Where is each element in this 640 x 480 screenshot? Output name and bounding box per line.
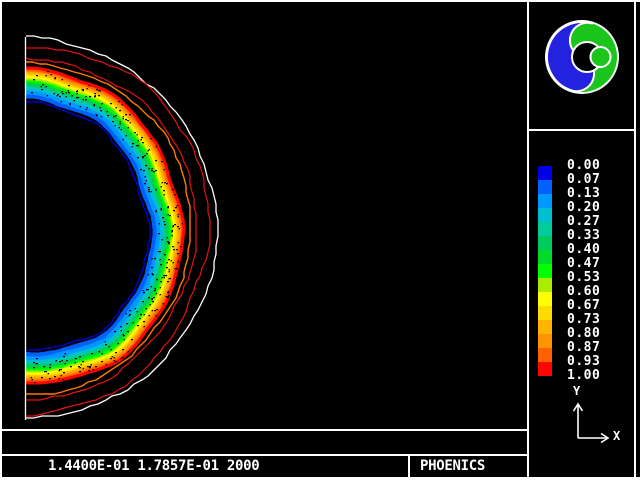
logo-green-tongue (591, 47, 611, 67)
legend-tick-label: 0.87 (567, 341, 600, 355)
y-axis-label: Y (573, 384, 580, 398)
legend-tick-label: 0.67 (567, 299, 600, 313)
legend-color-segment (538, 208, 552, 222)
legend-color-segment (538, 278, 552, 292)
legend-color-segment (538, 292, 552, 306)
status-values-text: 1.4400E-01 1.7857E-01 2000 (48, 456, 259, 477)
legend-tick-label: 0.93 (567, 355, 600, 369)
legend-color-segment (538, 348, 552, 362)
contour-line (25, 79, 173, 372)
legend-tick-label: 0.33 (567, 229, 600, 243)
status-app-name: PHOENICS (420, 456, 485, 477)
legend-tick-label: 0.73 (567, 313, 600, 327)
legend-color-segment (538, 222, 552, 236)
legend-tick-label: 0.13 (567, 187, 600, 201)
legend-tick-label: 0.27 (567, 215, 600, 229)
axis-indicator (560, 396, 636, 446)
legend-color-segment (538, 362, 552, 376)
legend-color-segment (538, 334, 552, 348)
legend-tick-label: 0.53 (567, 271, 600, 285)
phoenics-cham-logo (542, 17, 622, 97)
right-panel-divider (527, 0, 529, 480)
legend-tick-label: 0.07 (567, 173, 600, 187)
legend-tick-label: 0.80 (567, 327, 600, 341)
legend-tick-label: 0.20 (567, 201, 600, 215)
legend-tick-label: 1.00 (567, 369, 600, 383)
phoenics-window: 0.000.070.130.200.270.330.400.470.530.60… (0, 0, 640, 480)
status-bar-divider (408, 454, 410, 478)
logo-box-divider (527, 129, 634, 131)
legend-color-segment (538, 306, 552, 320)
plot-bottom-border (0, 429, 529, 431)
legend-tick-label: 0.00 (567, 159, 600, 173)
x-axis-label: X (613, 429, 620, 443)
legend-color-segment (538, 180, 552, 194)
frame-top (0, 0, 640, 2)
legend-color-segment (538, 194, 552, 208)
legend-tick-label: 0.40 (567, 243, 600, 257)
legend-tick-labels: 0.000.070.130.200.270.330.400.470.530.60… (567, 166, 607, 386)
legend-color-segment (538, 250, 552, 264)
legend-color-segment (538, 320, 552, 334)
frame-left (0, 0, 2, 480)
legend-tick-label: 0.47 (567, 257, 600, 271)
legend-color-segment (538, 264, 552, 278)
legend-tick-label: 0.60 (567, 285, 600, 299)
legend-color-segment (538, 236, 552, 250)
legend-colorbar (538, 166, 552, 376)
legend-color-segment (538, 166, 552, 180)
